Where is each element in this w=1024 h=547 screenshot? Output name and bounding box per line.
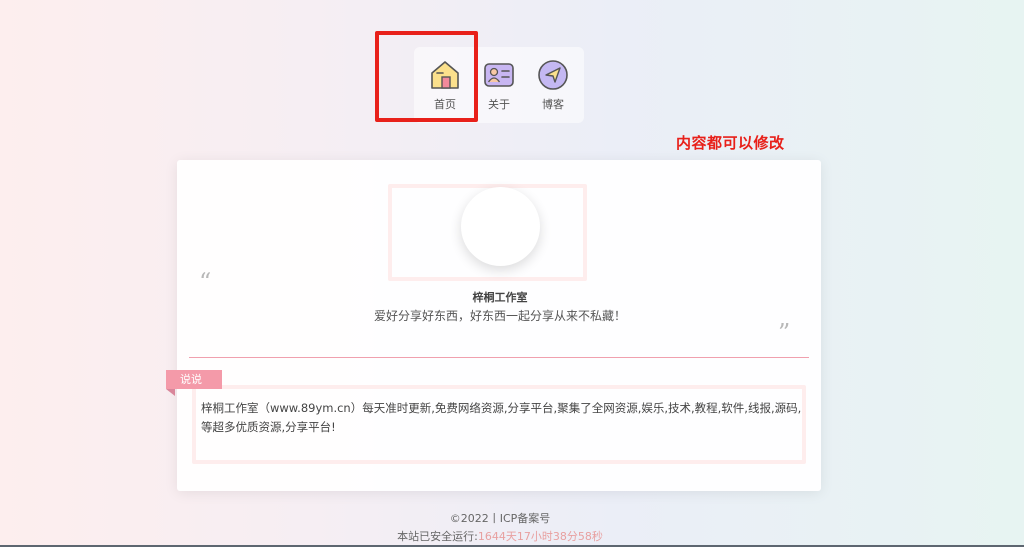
runtime-label: 本站已安全运行:	[397, 530, 478, 543]
nav-label-about: 关于	[488, 98, 510, 111]
editable-note: 内容都可以修改	[676, 134, 785, 152]
runtime-timer: 1644天17小时38分58秒	[477, 530, 603, 543]
divider	[189, 357, 809, 358]
slogan: 爱好分享好东西，好东西一起分享从来不私藏！	[373, 309, 626, 323]
footer-runtime: 本站已安全运行:1644天17小时38分58秒	[0, 528, 1000, 544]
talk-content: 梓桐工作室（www.89ym.cn）每天准时更新,免费网络资源,分享平台,聚集了…	[201, 401, 802, 434]
home-icon	[431, 61, 459, 89]
profile-card-icon	[484, 63, 514, 87]
avatar	[461, 187, 540, 266]
nav-item-blog[interactable]: 博客	[528, 58, 578, 112]
studio-name: 梓桐工作室	[472, 291, 528, 304]
nav-label-home: 首页	[434, 98, 456, 111]
navigation-arrow-icon	[538, 60, 568, 90]
nav-item-home[interactable]: 首页	[420, 58, 470, 112]
footer-copyright: ©2022丨ICP备案号	[449, 512, 551, 525]
nav-item-about[interactable]: 关于	[474, 58, 524, 112]
top-nav: 首页 关于 博客	[414, 47, 584, 123]
talk-tag: 说说	[166, 370, 222, 396]
nav-label-blog: 博客	[542, 98, 564, 111]
